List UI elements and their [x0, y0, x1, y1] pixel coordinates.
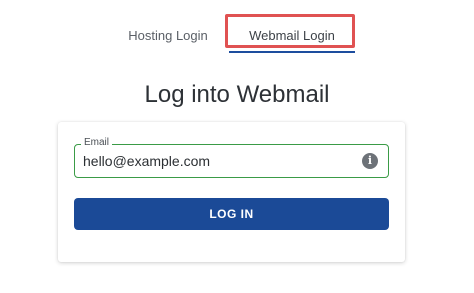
email-field: Email i [74, 137, 389, 178]
log-in-button[interactable]: LOG IN [74, 198, 389, 230]
login-page: Hosting Login Webmail Login Log into Web… [0, 0, 474, 293]
tab-hosting-login[interactable]: Hosting Login [120, 24, 216, 48]
tab-hosting-login-label: Hosting Login [128, 28, 208, 43]
annotation-highlight-box [225, 14, 355, 48]
login-card: Email i LOG IN [58, 122, 405, 262]
active-tab-indicator [229, 51, 355, 53]
email-field-label: Email [81, 137, 113, 149]
info-circle-icon[interactable]: i [362, 153, 378, 169]
email-input[interactable] [83, 151, 343, 171]
page-title: Log into Webmail [144, 81, 330, 108]
